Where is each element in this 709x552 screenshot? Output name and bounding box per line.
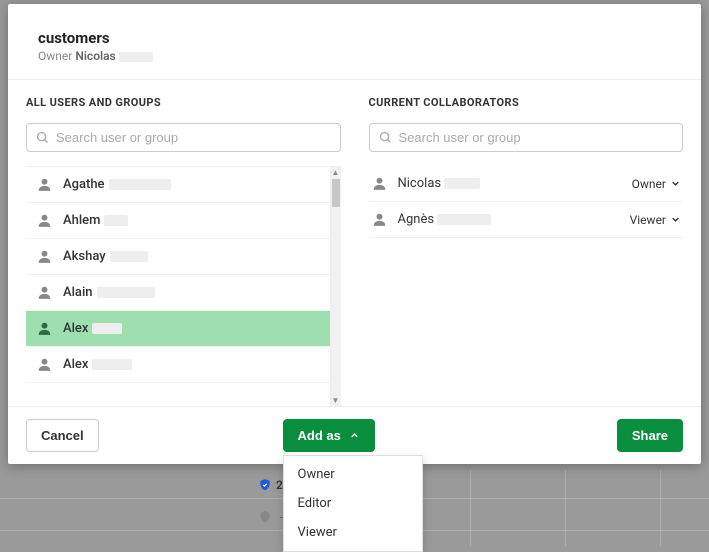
user-name: Alex (63, 321, 88, 336)
share-button[interactable]: Share (617, 419, 683, 452)
scroll-up-icon[interactable]: ▲ (331, 167, 341, 178)
role-select[interactable]: Viewer (630, 213, 681, 227)
project-title: customers (38, 29, 671, 47)
all-users-heading: ALL USERS AND GROUPS (26, 96, 341, 109)
all-users-panel: ALL USERS AND GROUPS Agathe Ahlem Akshay… (8, 80, 355, 406)
collaborators-heading: CURRENT COLLABORATORS (369, 96, 684, 109)
user-name: Akshay (63, 249, 106, 264)
cancel-button[interactable]: Cancel (26, 419, 99, 452)
scroll-down-icon[interactable]: ▼ (331, 395, 341, 406)
owner-line: Owner Nicolas (38, 49, 671, 63)
person-icon (36, 212, 53, 229)
user-name: Alain (63, 285, 93, 300)
collaborators-search-input[interactable] (399, 130, 675, 145)
dialog-footer: Cancel Add as Share OwnerEditorViewer (8, 406, 701, 464)
chevron-down-icon (670, 178, 681, 189)
dialog-header: customers Owner Nicolas (8, 4, 701, 80)
person-icon (36, 320, 53, 337)
user-name: Alex (63, 357, 88, 372)
dropdown-item[interactable]: Viewer (284, 518, 422, 547)
add-as-button[interactable]: Add as (283, 419, 375, 452)
user-name: Ahlem (63, 213, 100, 228)
share-dialog: customers Owner Nicolas ALL USERS AND GR… (8, 4, 701, 464)
user-row[interactable]: Agathe (26, 167, 330, 203)
person-icon (371, 211, 388, 228)
collaborators-panel: CURRENT COLLABORATORS Nicolas OwnerAgnès… (355, 80, 702, 406)
person-icon (36, 248, 53, 265)
all-users-list: Agathe Ahlem Akshay Alain Alex Alex ▲ ▼ (26, 166, 341, 406)
chevron-down-icon (670, 214, 681, 225)
person-icon (36, 284, 53, 301)
user-row[interactable]: Ahlem (26, 203, 330, 239)
collaborators-search[interactable] (369, 123, 684, 152)
scrollbar[interactable]: ▲ ▼ (330, 167, 341, 406)
all-users-search-input[interactable] (56, 130, 332, 145)
collaborator-row: Nicolas Owner (369, 166, 684, 202)
user-row[interactable]: Alain (26, 275, 330, 311)
scrollbar-thumb[interactable] (332, 179, 340, 207)
role-select[interactable]: Owner (632, 177, 681, 191)
search-icon (378, 130, 393, 145)
person-icon (371, 175, 388, 192)
dropdown-item[interactable]: Owner (284, 460, 422, 489)
person-icon (36, 356, 53, 373)
dropdown-item[interactable]: Editor (284, 489, 422, 518)
collaborator-name: Agnès (398, 212, 630, 227)
collaborator-row: Agnès Viewer (369, 202, 684, 238)
person-icon (36, 176, 53, 193)
user-name: Agathe (63, 177, 105, 192)
add-as-dropdown: OwnerEditorViewer (283, 455, 423, 552)
chevron-up-icon (349, 430, 360, 441)
all-users-search[interactable] (26, 123, 341, 152)
collaborator-name: Nicolas (398, 176, 632, 191)
user-row[interactable]: Alex (26, 311, 330, 347)
bg-dash: - (258, 510, 283, 524)
search-icon (35, 130, 50, 145)
user-row[interactable]: Akshay (26, 239, 330, 275)
user-row[interactable]: Alex (26, 347, 330, 383)
collaborators-list: Nicolas OwnerAgnès Viewer (369, 166, 684, 238)
